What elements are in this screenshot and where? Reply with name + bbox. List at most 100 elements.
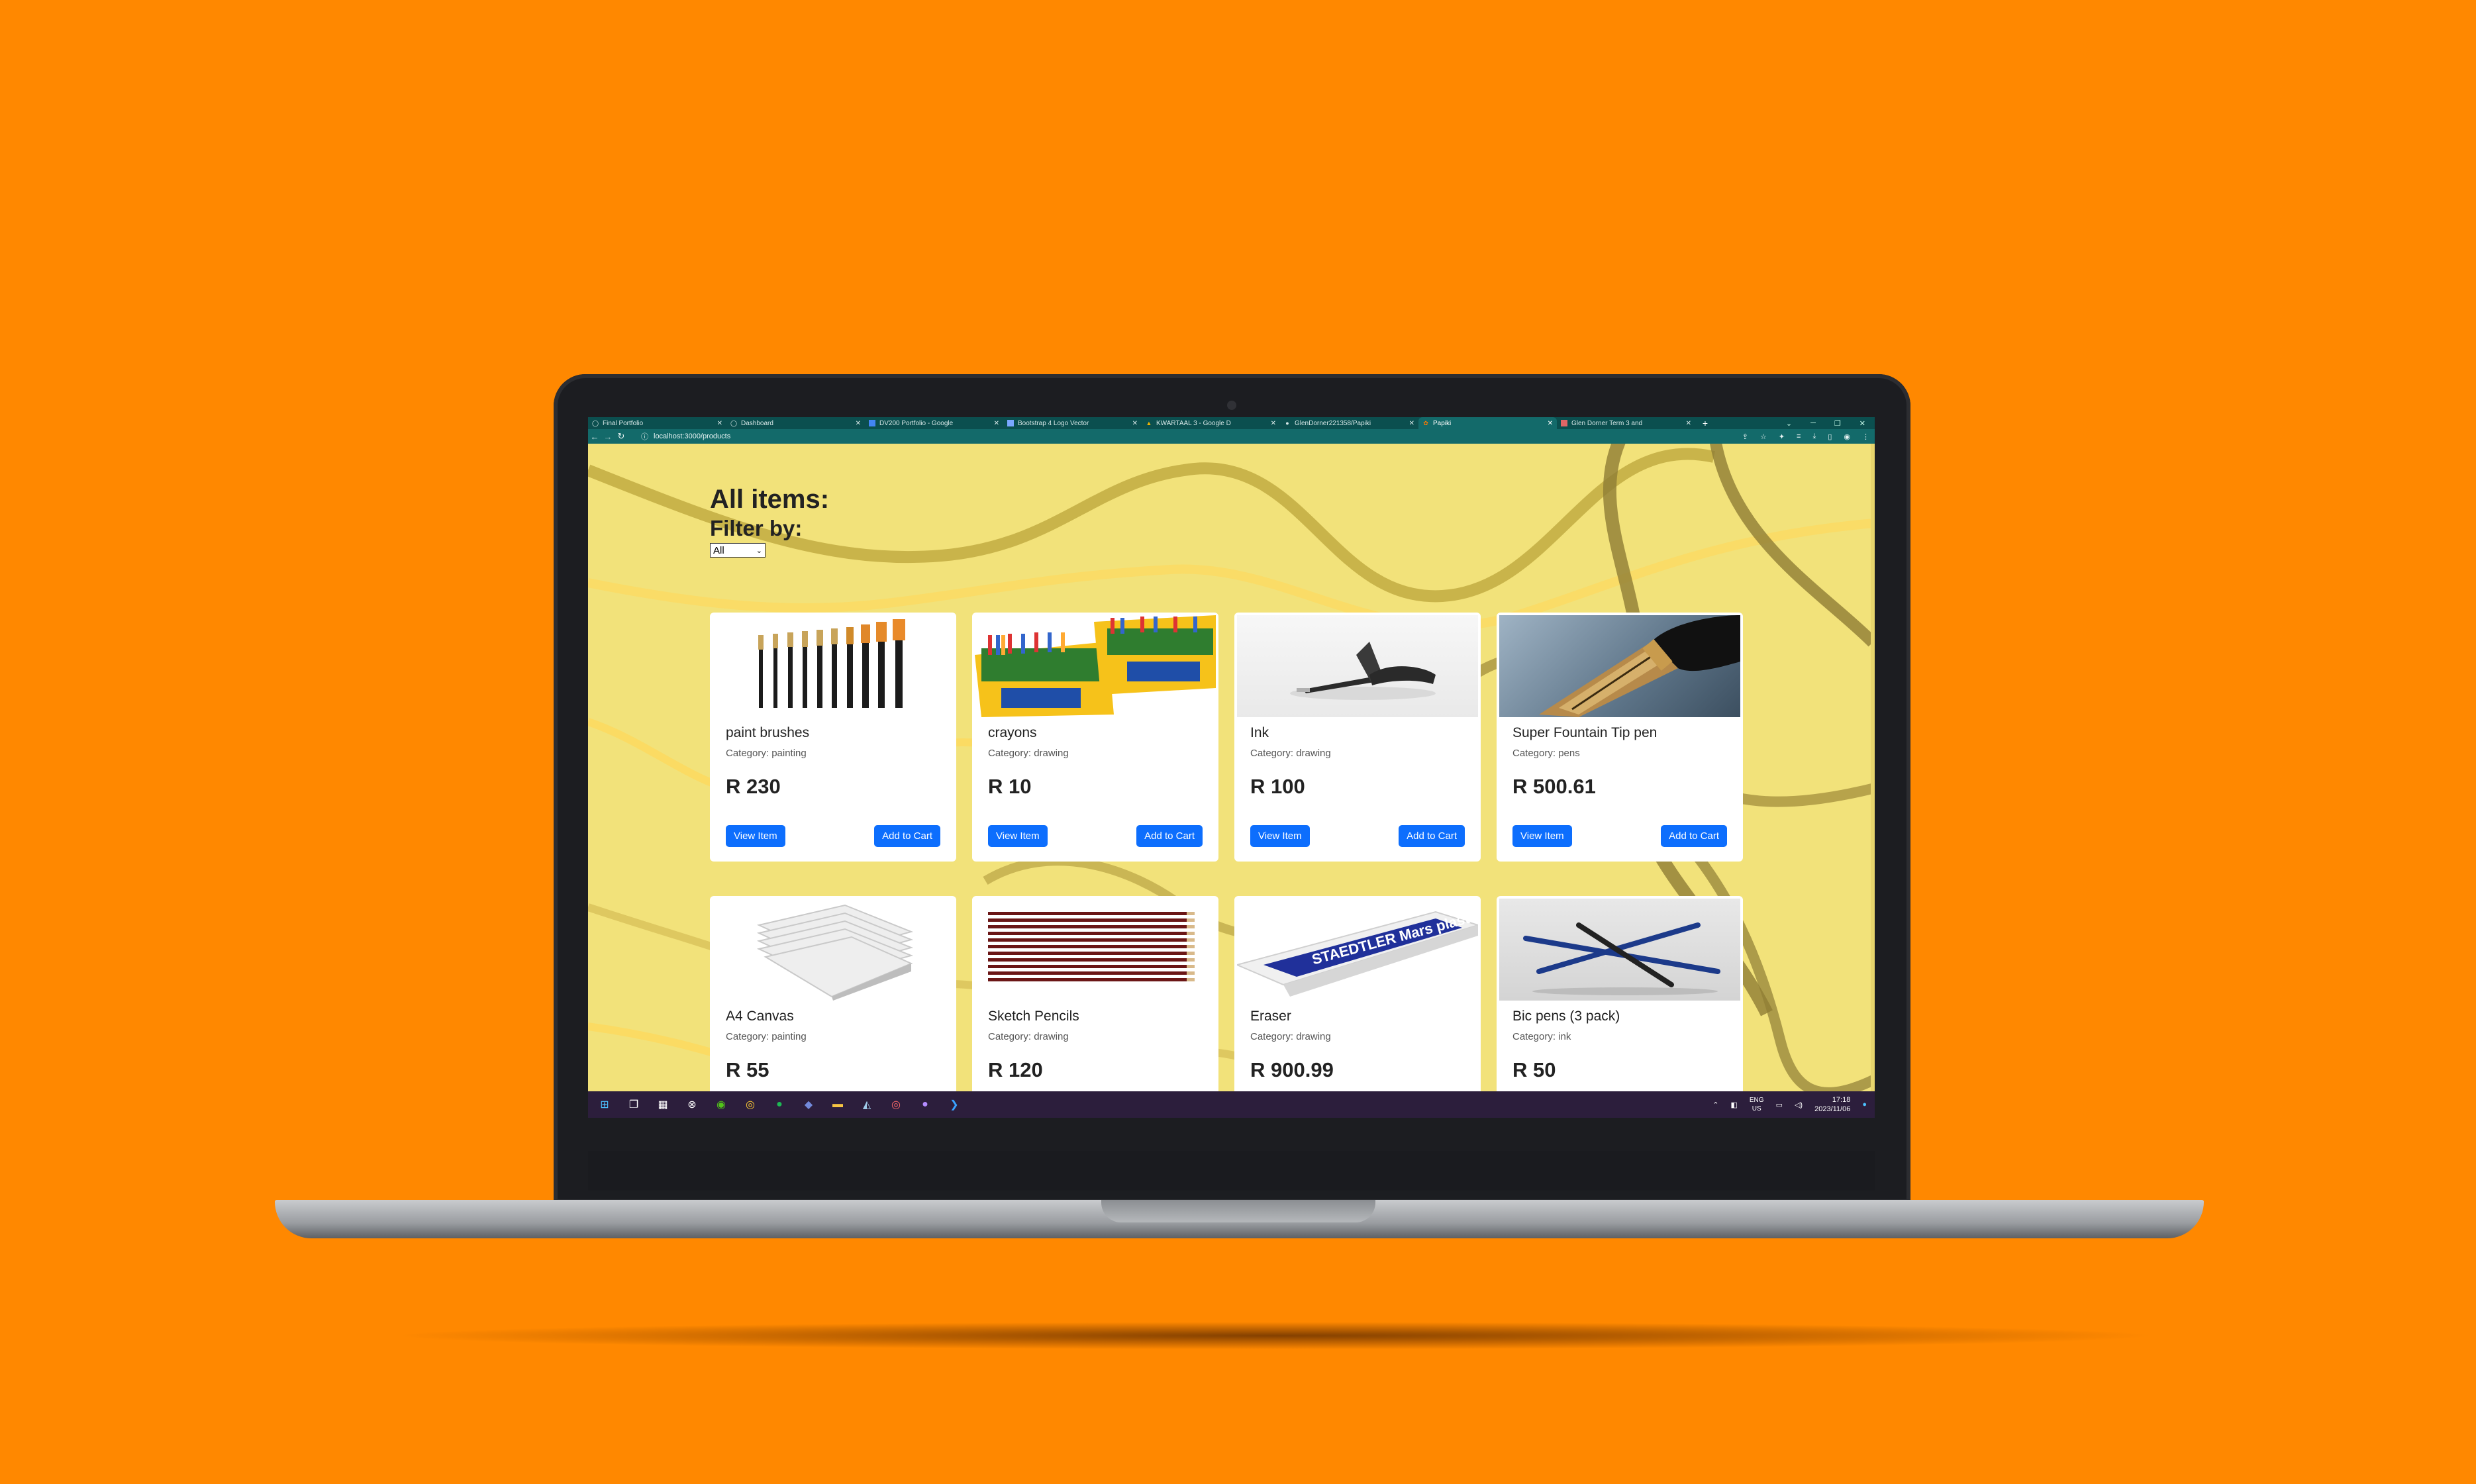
product-name: Sketch Pencils xyxy=(988,1009,1079,1024)
window-controls: ⌄ ─ ❐ ✕ xyxy=(1786,419,1875,428)
close-icon[interactable]: ✕ xyxy=(1409,420,1414,427)
scrollbar[interactable] xyxy=(1871,444,1875,1091)
product-category: Category: drawing xyxy=(1250,1031,1331,1042)
network-icon[interactable]: ▭ xyxy=(1776,1101,1783,1109)
close-icon[interactable]: ✕ xyxy=(1548,420,1553,427)
new-tab-button[interactable]: + xyxy=(1695,418,1715,428)
product-category: Category: painting xyxy=(726,1031,807,1042)
product-card: Super Fountain Tip pen Category: pens R … xyxy=(1497,613,1743,862)
page-viewport: All items: Filter by: All ⌄ paint brushe… xyxy=(588,444,1875,1091)
laptop-shadow xyxy=(391,1322,2159,1350)
tray-app-icon[interactable]: ◧ xyxy=(1730,1101,1737,1109)
browser-tab[interactable]: ▲ KWARTAAL 3 - Google D ✕ xyxy=(1142,417,1280,429)
chrome-profile-icon[interactable]: ◎ xyxy=(887,1096,905,1113)
product-category: Category: pens xyxy=(1512,748,1580,759)
view-item-button[interactable]: View Item xyxy=(1512,825,1572,847)
calendar-icon[interactable]: ▦ xyxy=(654,1096,671,1113)
close-icon[interactable]: ✕ xyxy=(856,420,861,427)
pencils-image xyxy=(975,899,1216,1001)
profile-avatar-icon[interactable]: ◉ xyxy=(1844,432,1850,441)
close-icon[interactable]: ✕ xyxy=(1686,420,1691,427)
globe-icon: ◯ xyxy=(592,420,599,426)
laptop-notch xyxy=(1101,1200,1375,1222)
browser-tab[interactable]: ◯ Dashboard ✕ xyxy=(726,417,865,429)
windows-start-icon[interactable]: ⊞ xyxy=(596,1096,613,1113)
volume-icon[interactable]: ◁) xyxy=(1795,1101,1803,1109)
clock[interactable]: 17:18 2023/11/06 xyxy=(1814,1095,1850,1114)
back-icon[interactable]: ← xyxy=(588,432,601,442)
notification-icon[interactable]: ● xyxy=(1862,1101,1867,1109)
download-icon[interactable]: ⤓ xyxy=(1812,432,1816,441)
screen: ◯ Final Portfolio ✕ ◯ Dashboard ✕ DV200 Port… xyxy=(588,417,1875,1118)
product-card: STAEDTLER Mars plastic Eraser Category: … xyxy=(1234,896,1481,1091)
product-card: Bic pens (3 pack) Category: ink R 50 Vie… xyxy=(1497,896,1743,1091)
product-grid: paint brushes Category: painting R 230 V… xyxy=(710,613,1743,1091)
spotify-icon[interactable]: ● xyxy=(771,1096,788,1113)
add-to-cart-button[interactable]: Add to Cart xyxy=(1399,825,1465,847)
close-icon[interactable]: ✕ xyxy=(994,420,999,427)
add-to-cart-button[interactable]: Add to Cart xyxy=(1136,825,1203,847)
close-window-icon[interactable]: ✕ xyxy=(1859,419,1865,428)
product-price: R 230 xyxy=(726,775,781,798)
product-category: Category: drawing xyxy=(988,748,1069,759)
task-view-icon[interactable]: ❐ xyxy=(625,1096,642,1113)
share-icon[interactable]: ⇪ xyxy=(1742,432,1748,441)
product-category: Category: painting xyxy=(726,748,807,759)
close-icon[interactable]: ✕ xyxy=(1271,420,1276,427)
discord-icon[interactable]: ◆ xyxy=(800,1096,817,1113)
product-card: paint brushes Category: painting R 230 V… xyxy=(710,613,956,862)
browser-tab[interactable]: ● GlenDorner221358/Papiki ✕ xyxy=(1280,417,1418,429)
bookmark-star-icon[interactable]: ☆ xyxy=(1760,432,1767,441)
chevron-down-icon: ⌄ xyxy=(756,546,762,555)
chrome-icon[interactable]: ◎ xyxy=(742,1096,759,1113)
browser-tab[interactable]: Glen Dorner Term 3 and ✕ xyxy=(1557,417,1695,429)
slides-icon xyxy=(1561,420,1567,426)
ink-pen-image xyxy=(1237,615,1478,717)
sidepanel-icon[interactable]: ▯ xyxy=(1828,432,1832,441)
address-bar[interactable]: ⓘ localhost:3000/products xyxy=(641,431,730,442)
product-name: Bic pens (3 pack) xyxy=(1512,1009,1620,1024)
language-indicator[interactable]: ENG US xyxy=(1750,1096,1764,1113)
product-price: R 500.61 xyxy=(1512,775,1596,798)
paint-icon: ✿ xyxy=(1423,420,1428,426)
reload-icon[interactable]: ↻ xyxy=(615,431,628,442)
view-item-button[interactable]: View Item xyxy=(726,825,785,847)
restore-icon[interactable]: ❐ xyxy=(1834,419,1841,428)
info-icon[interactable]: ⓘ xyxy=(641,431,648,442)
browser-toolbar: ← → ↻ ⓘ localhost:3000/products ⇪ ☆ ✦ ≡ … xyxy=(588,429,1875,444)
menu-icon[interactable]: ⋮ xyxy=(1862,432,1869,441)
steam-icon[interactable]: ◭ xyxy=(858,1096,875,1113)
browser-tab[interactable]: DV200 Portfolio - Google ✕ xyxy=(865,417,1003,429)
close-icon[interactable]: ✕ xyxy=(1132,420,1138,427)
add-to-cart-button[interactable]: Add to Cart xyxy=(874,825,940,847)
product-category: Category: drawing xyxy=(1250,748,1331,759)
extensions-icon[interactable]: ✦ xyxy=(1779,432,1785,441)
screen-bezel xyxy=(588,1151,1875,1191)
minimize-icon[interactable]: ─ xyxy=(1810,419,1816,428)
playlist-icon[interactable]: ≡ xyxy=(1797,432,1801,441)
tab-search-icon[interactable]: ⌄ xyxy=(1786,419,1792,428)
product-name: Eraser xyxy=(1250,1009,1291,1024)
view-item-button[interactable]: View Item xyxy=(988,825,1048,847)
github-desktop-icon[interactable]: ● xyxy=(916,1096,934,1113)
windows-taskbar: ⊞ ❐ ▦ ⊗ ◉ ◎ ● ◆ ▬ ◭ ◎ ● ❯ ⌃ ◧ ENG US ▭ ◁… xyxy=(588,1091,1875,1118)
product-price: R 55 xyxy=(726,1058,769,1081)
fountain-pen-image xyxy=(1499,615,1740,717)
add-to-cart-button[interactable]: Add to Cart xyxy=(1661,825,1727,847)
filter-select[interactable]: All ⌄ xyxy=(710,543,766,558)
file-explorer-icon[interactable]: ▬ xyxy=(829,1096,846,1113)
game-pass-icon[interactable]: ◉ xyxy=(713,1096,730,1113)
url-text[interactable]: localhost:3000/products xyxy=(654,432,730,440)
view-item-button[interactable]: View Item xyxy=(1250,825,1310,847)
browser-tab[interactable]: ◯ Final Portfolio ✕ xyxy=(588,417,726,429)
product-price: R 10 xyxy=(988,775,1032,798)
close-icon[interactable]: ✕ xyxy=(717,420,722,427)
product-card: Ink Category: drawing R 100 View Item Ad… xyxy=(1234,613,1481,862)
xbox-icon[interactable]: ⊗ xyxy=(683,1096,701,1113)
chevron-up-icon[interactable]: ⌃ xyxy=(1712,1101,1718,1109)
browser-tab[interactable]: Bootstrap 4 Logo Vector ✕ xyxy=(1003,417,1142,429)
forward-icon[interactable]: → xyxy=(601,432,615,442)
browser-tab-active[interactable]: ✿ Papiki ✕ xyxy=(1418,417,1557,429)
product-card: Sketch Pencils Category: drawing R 120 V… xyxy=(972,896,1218,1091)
vscode-icon[interactable]: ❯ xyxy=(946,1096,963,1113)
